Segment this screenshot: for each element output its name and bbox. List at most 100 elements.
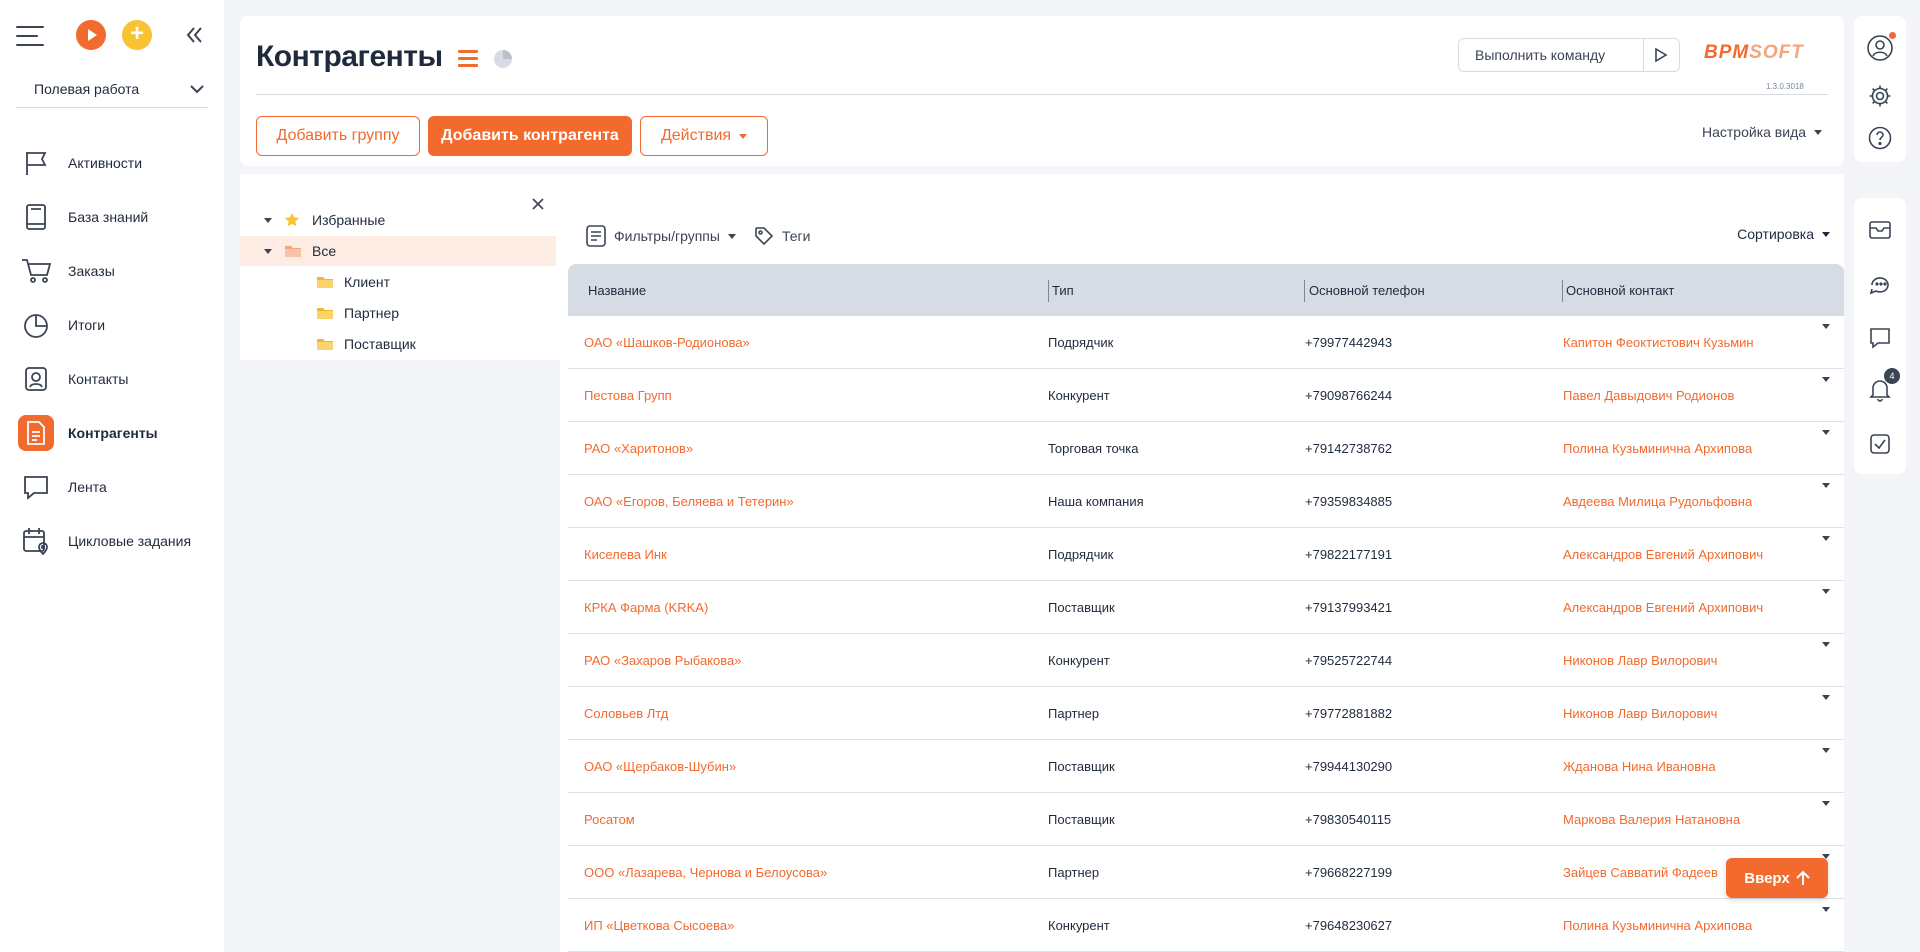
row-menu-caret-icon[interactable]: [1822, 430, 1830, 435]
help-icon[interactable]: [1864, 122, 1896, 154]
row-menu-caret-icon[interactable]: [1822, 801, 1830, 806]
cell-contact[interactable]: Александров Евгений Архипович: [1563, 528, 1763, 580]
actions-button[interactable]: Действия: [640, 116, 768, 156]
list-view-icon[interactable]: [458, 50, 478, 68]
message-icon[interactable]: [1864, 322, 1896, 354]
tree-item-favorites[interactable]: Избранные: [240, 205, 556, 235]
cell-contact[interactable]: Капитон Феоктистович Кузьмин: [1563, 316, 1754, 368]
cell-name[interactable]: Росатом: [584, 793, 635, 845]
play-icon[interactable]: [76, 20, 106, 50]
table-row[interactable]: РАО «Харитонов» Торговая точка +7914273876…: [568, 422, 1844, 475]
tasks-icon[interactable]: [1864, 428, 1896, 460]
cell-type: Торговая точка: [1048, 440, 1139, 456]
cell-contact[interactable]: Зайцев Савватий Фадеев: [1563, 846, 1718, 898]
folder-icon: [285, 246, 301, 257]
table-row[interactable]: Киселева Инк Подрядчик +79822177191 Алексан…: [568, 528, 1844, 581]
cell-contact[interactable]: Полина Кузьминична Архипова: [1563, 899, 1752, 951]
chat-bubbles-icon[interactable]: [1864, 268, 1896, 300]
cell-contact[interactable]: Никонов Лавр Вилорович: [1563, 687, 1717, 739]
sidebar-item-contacts[interactable]: Контакты: [0, 352, 224, 406]
table-row[interactable]: Соловьев Лтд Партнер +79772881882 Никонов Л…: [568, 687, 1844, 740]
tree-item-folder[interactable]: Поставщик: [240, 329, 556, 359]
sidebar-item-cycle-tasks[interactable]: Цикловые задания: [0, 514, 224, 568]
column-separator[interactable]: [1562, 280, 1563, 302]
column-header-phone[interactable]: Основной телефон: [1309, 264, 1425, 316]
row-menu-caret-icon[interactable]: [1822, 748, 1830, 753]
row-menu-caret-icon[interactable]: [1822, 695, 1830, 700]
table-row[interactable]: ОАО «Щербаков-Шубин» Поставщик +7994413029…: [568, 740, 1844, 793]
table-row[interactable]: Росатом Поставщик +79830540115 Маркова Вале…: [568, 793, 1844, 846]
expand-arrow-icon[interactable]: [264, 217, 272, 223]
cell-name[interactable]: Соловьев Лтд: [584, 687, 668, 739]
cell-name[interactable]: ОАО «Шашков-Родионова»: [584, 316, 750, 368]
cell-name[interactable]: РАО «Харитонов»: [584, 422, 693, 474]
cell-type: Поставщик: [1048, 811, 1115, 827]
tree-item-folder[interactable]: Клиент: [240, 267, 556, 297]
column-header-type[interactable]: Тип: [1052, 264, 1074, 316]
sidebar-item-accounts[interactable]: Контрагенты: [0, 406, 224, 460]
sort-button[interactable]: Сортировка: [1737, 226, 1830, 242]
column-separator[interactable]: [1048, 280, 1049, 302]
cell-name[interactable]: РАО «Захаров Рыбакова»: [584, 634, 741, 686]
cell-name[interactable]: Пестова Групп: [584, 369, 672, 421]
table-row[interactable]: ООО «Лазарева, Чернова и Белоусова» Партн…: [568, 846, 1844, 899]
row-menu-caret-icon[interactable]: [1822, 377, 1830, 382]
sidebar-item-activities[interactable]: Активности: [0, 136, 224, 190]
row-menu-caret-icon[interactable]: [1822, 536, 1830, 541]
add-group-button[interactable]: Добавить группу: [256, 116, 420, 156]
tags-button[interactable]: Теги: [754, 226, 810, 246]
command-input[interactable]: [1459, 40, 1643, 70]
row-menu-caret-icon[interactable]: [1822, 589, 1830, 594]
table-row[interactable]: РАО «Захаров Рыбакова» Конкурент +79525722…: [568, 634, 1844, 687]
row-menu-caret-icon[interactable]: [1822, 483, 1830, 488]
cell-name[interactable]: ОАО «Щербаков-Шубин»: [584, 740, 736, 792]
menu-icon[interactable]: [16, 26, 44, 46]
filters-button[interactable]: Фильтры/группы: [586, 225, 736, 247]
cell-contact[interactable]: Павел Давыдович Родионов: [1563, 369, 1734, 421]
profile-icon[interactable]: [1864, 32, 1896, 64]
notifications-icon[interactable]: 4: [1864, 368, 1900, 406]
row-menu-caret-icon[interactable]: [1822, 642, 1830, 647]
cell-name[interactable]: ИП «Цветкова Сысоева»: [584, 899, 734, 951]
cell-name[interactable]: ОАО «Егоров, Беляева и Тетерин»: [584, 475, 794, 527]
column-header-name[interactable]: Название: [588, 264, 646, 316]
email-icon[interactable]: [1864, 214, 1896, 246]
chevron-down-icon: [190, 84, 204, 93]
column-separator[interactable]: [1304, 280, 1305, 302]
table-row[interactable]: ОАО «Шашков-Родионова» Подрядчик +79977442…: [568, 316, 1844, 369]
sidebar-item-orders[interactable]: Заказы: [0, 244, 224, 298]
column-header-contact[interactable]: Основной контакт: [1566, 264, 1674, 316]
analytics-view-icon[interactable]: [492, 48, 514, 70]
cell-contact[interactable]: Никонов Лавр Вилорович: [1563, 634, 1717, 686]
cell-name[interactable]: Киселева Инк: [584, 528, 667, 580]
cell-contact[interactable]: Авдеева Милица Рудольфовна: [1563, 475, 1752, 527]
cell-name[interactable]: КРКА Фарма (KRKA): [584, 581, 708, 633]
scroll-to-top-button[interactable]: Вверх: [1726, 858, 1828, 898]
add-account-button[interactable]: Добавить контрагента: [428, 116, 632, 156]
cell-contact[interactable]: Жданова Нина Ивановна: [1563, 740, 1716, 792]
sidebar-item-feed[interactable]: Лента: [0, 460, 224, 514]
tree-item-all[interactable]: Все: [240, 236, 556, 266]
table-row[interactable]: Пестова Групп Конкурент +79098766244 Павел …: [568, 369, 1844, 422]
expand-arrow-icon[interactable]: [264, 248, 272, 254]
view-settings-button[interactable]: Настройка вида: [1702, 124, 1823, 140]
settings-icon[interactable]: [1864, 80, 1896, 112]
tree-item-folder[interactable]: Партнер: [240, 298, 556, 328]
table-row[interactable]: КРКА Фарма (KRKA) Поставщик +79137993421 Ал…: [568, 581, 1844, 634]
cell-name[interactable]: ООО «Лазарева, Чернова и Белоусова»: [584, 846, 827, 898]
run-command-button[interactable]: [1643, 39, 1677, 71]
cell-contact[interactable]: Александров Евгений Архипович: [1563, 581, 1763, 633]
collapse-sidebar-icon[interactable]: [182, 23, 206, 47]
sidebar-item-analytics[interactable]: Итоги: [0, 298, 224, 352]
view-settings-label: Настройка вида: [1702, 124, 1807, 140]
sidebar-item-knowledge-base[interactable]: База знаний: [0, 190, 224, 244]
row-menu-caret-icon[interactable]: [1822, 907, 1830, 912]
table-row[interactable]: ОАО «Егоров, Беляева и Тетерин» Наша комп…: [568, 475, 1844, 528]
folder-icon: [317, 308, 333, 319]
add-icon[interactable]: +: [122, 20, 152, 50]
row-menu-caret-icon[interactable]: [1822, 324, 1830, 329]
cell-contact[interactable]: Маркова Валерия Натановна: [1563, 793, 1740, 845]
table-row[interactable]: ИП «Цветкова Сысоева» Конкурент +796482306…: [568, 899, 1844, 952]
cell-contact[interactable]: Полина Кузьминична Архипова: [1563, 422, 1752, 474]
workspace-select[interactable]: Полевая работа: [16, 76, 208, 108]
